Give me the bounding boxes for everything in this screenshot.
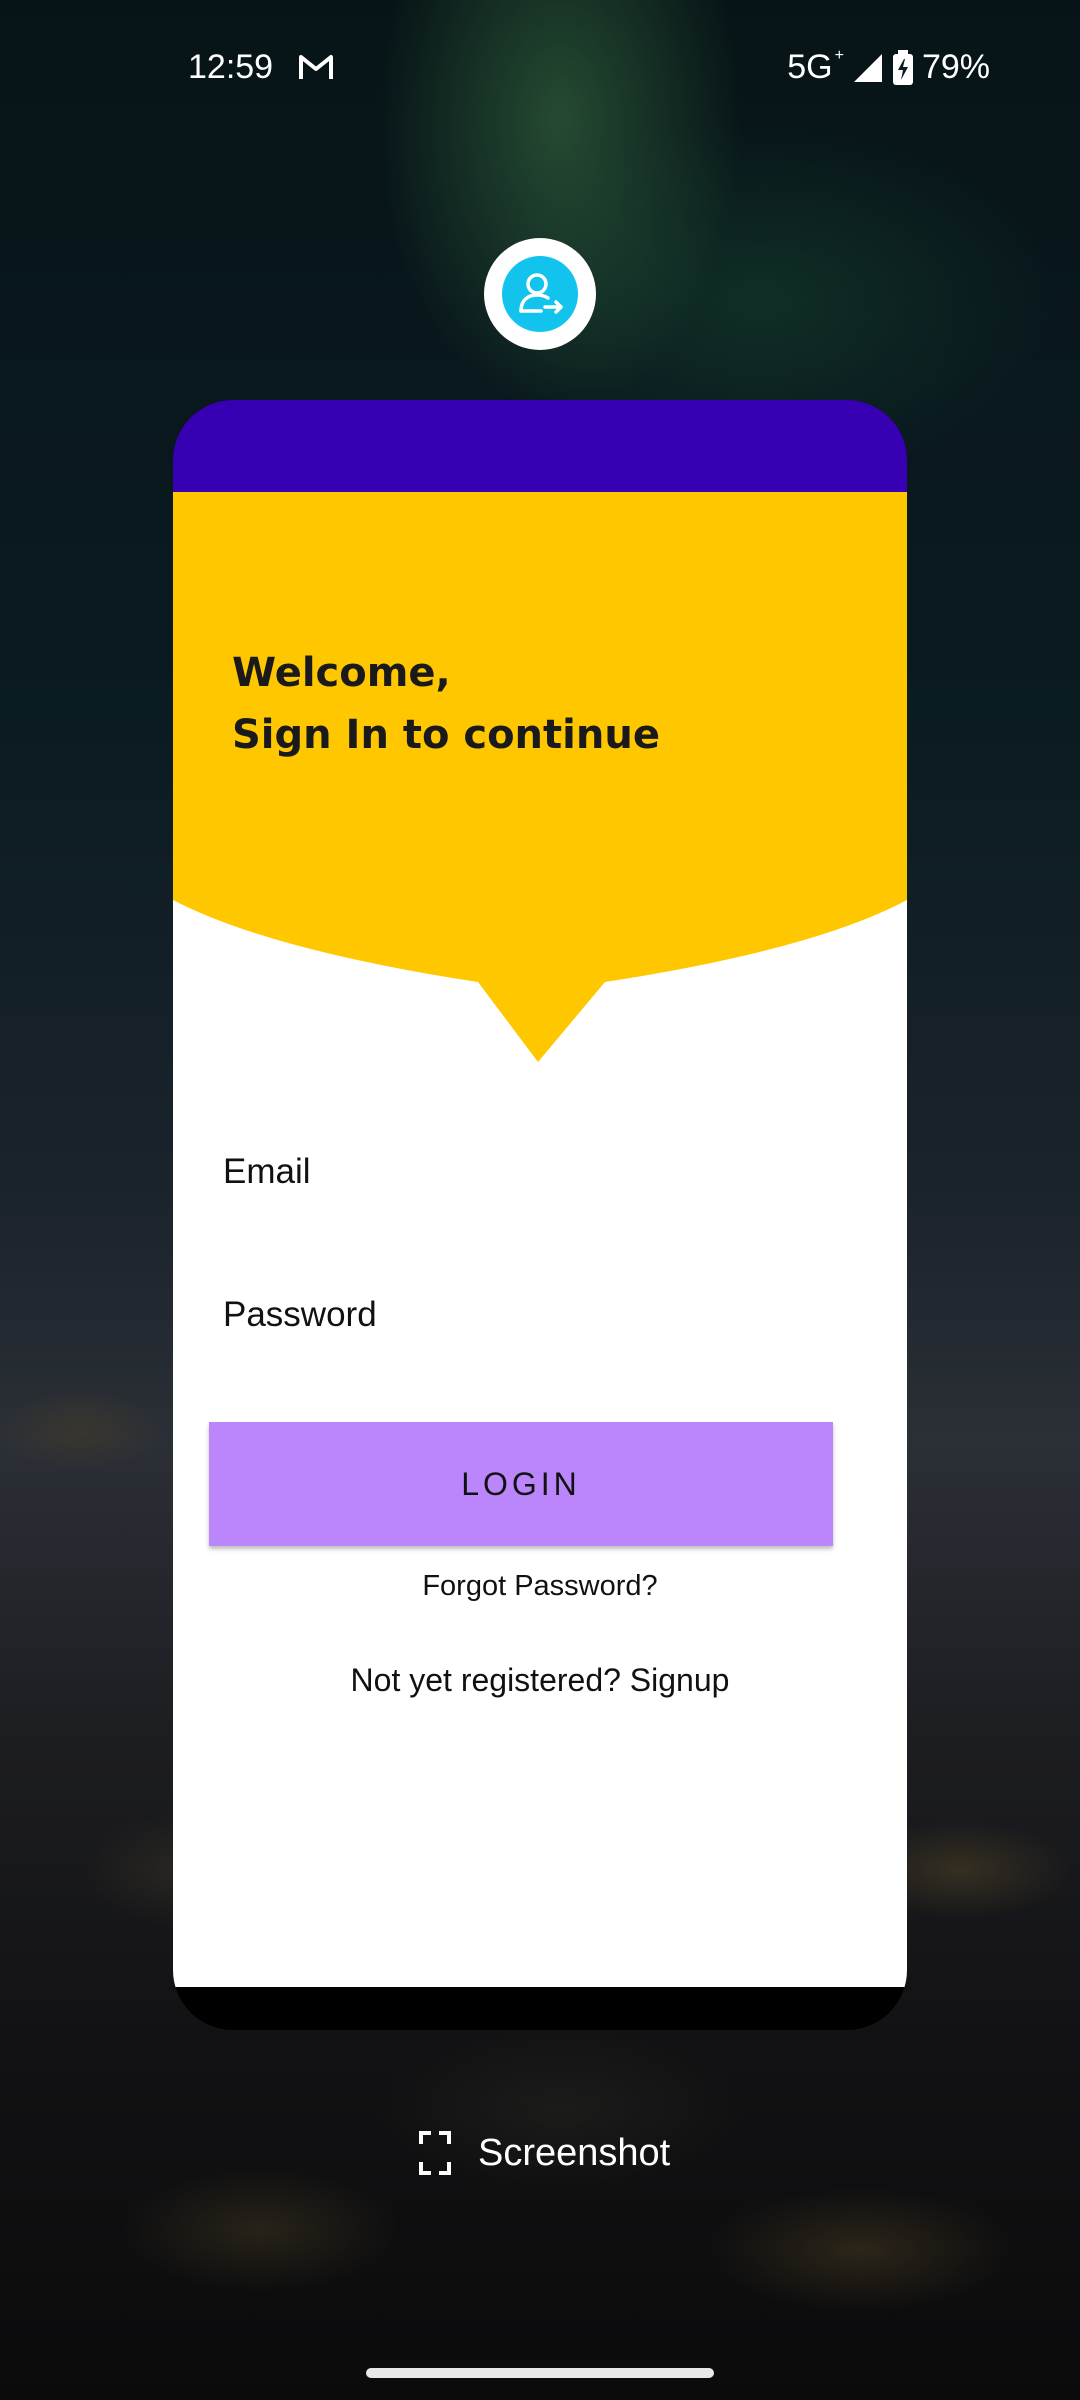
screenshot-label: Screenshot [478, 2131, 671, 2174]
battery-charging-icon [892, 49, 913, 85]
login-button[interactable]: LOGIN [209, 1422, 833, 1546]
status-time: 12:59 [188, 48, 274, 86]
user-switch-icon [519, 273, 563, 314]
avatar-circle [502, 256, 578, 332]
gmail-icon [299, 55, 333, 79]
login-card: Welcome, Sign In to continue LOGIN Forgo… [173, 400, 907, 2030]
gesture-bar[interactable] [366, 2368, 714, 2378]
welcome-line-2: Sign In to continue [232, 712, 660, 758]
avatar [484, 238, 596, 350]
network-indicator: 5G + [787, 46, 844, 86]
password-field[interactable] [223, 1290, 843, 1340]
card-header [173, 400, 907, 492]
forgot-password-link[interactable]: Forgot Password? [173, 1570, 907, 1603]
screenshot-frame-icon [419, 2131, 451, 2175]
welcome-bubble [173, 492, 907, 1062]
status-right: 5G + 79% [787, 46, 990, 87]
battery-percent: 79% [921, 48, 990, 86]
status-bar: 12:59 5G + 79% [0, 40, 1080, 100]
email-field[interactable] [223, 1147, 843, 1197]
card-body: Welcome, Sign In to continue LOGIN Forgo… [173, 492, 907, 1987]
signup-link[interactable]: Not yet registered? Signup [173, 1662, 907, 1699]
welcome-line-1: Welcome, [232, 650, 451, 696]
welcome-text: Welcome, Sign In to continue [232, 642, 660, 766]
signal-icon [853, 53, 882, 82]
screenshot-toast[interactable]: Screenshot [418, 2130, 670, 2176]
